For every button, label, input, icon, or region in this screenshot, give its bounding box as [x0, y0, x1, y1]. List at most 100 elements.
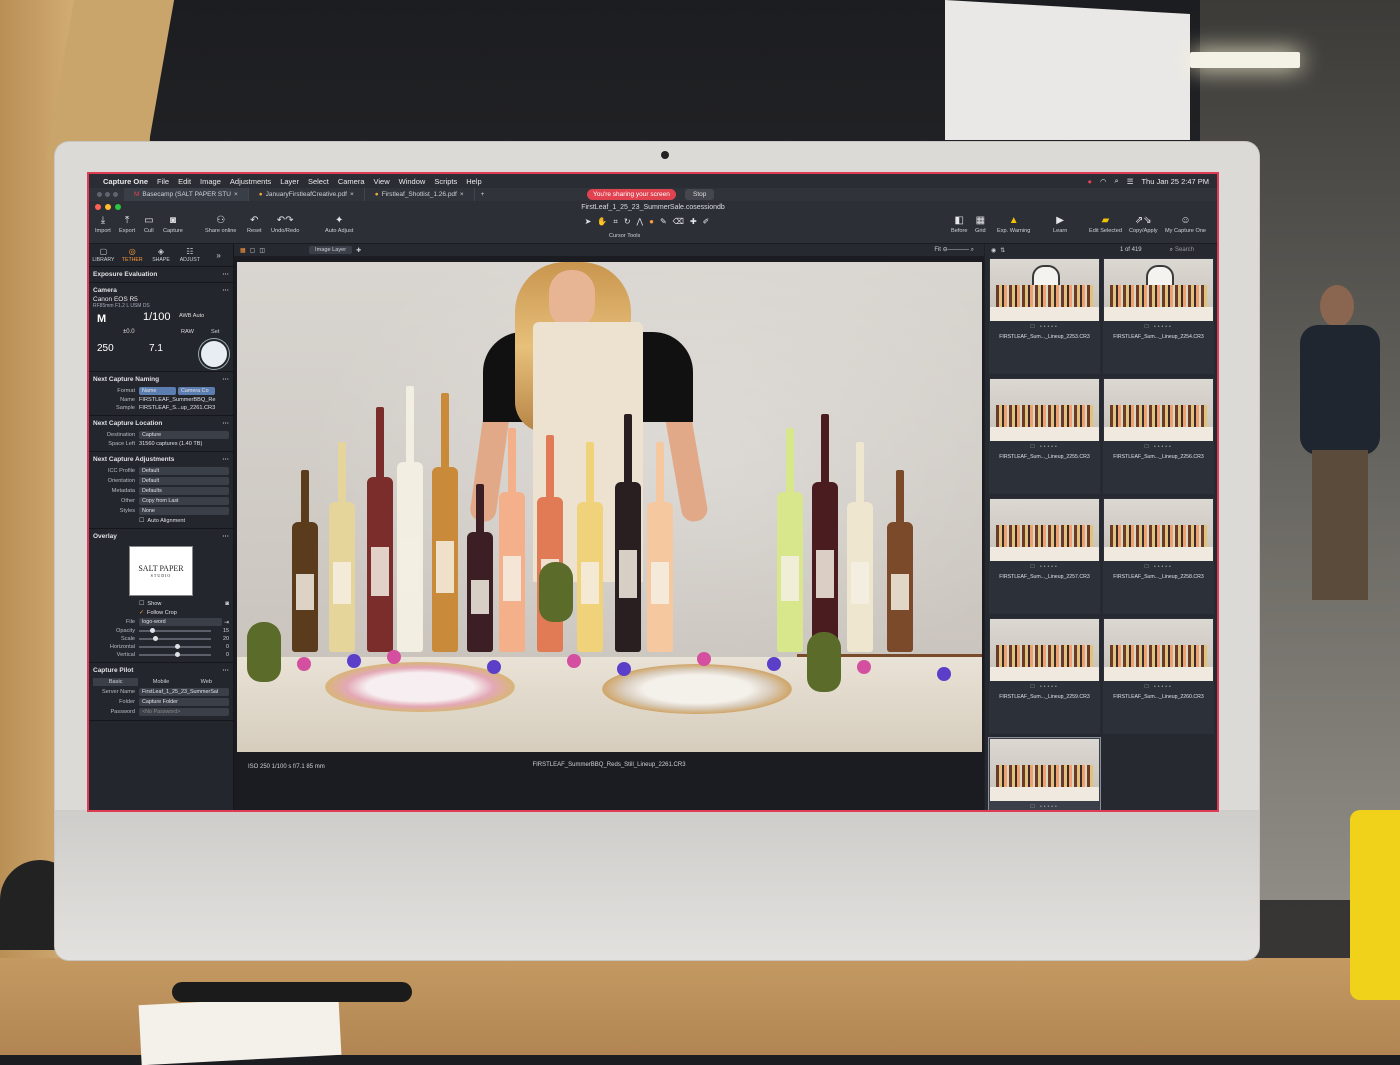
- pilot-tab-web[interactable]: Web: [184, 678, 229, 686]
- thumbnail[interactable]: ☐ ••••• FIRSTLEAF_Sum..._Lineup_2259.CR3: [989, 618, 1100, 734]
- rating-icon[interactable]: ☐ •••••: [989, 324, 1100, 330]
- more-icon[interactable]: ···: [223, 376, 230, 383]
- auto-adjust-button[interactable]: ✦ Auto Adjust: [325, 215, 353, 234]
- overlay-file-select[interactable]: logo-word: [139, 618, 222, 626]
- more-icon[interactable]: ···: [223, 667, 230, 674]
- add-layer-icon[interactable]: ✚: [356, 247, 361, 254]
- edit-selected-button[interactable]: ▰ Edit Selected: [1089, 215, 1122, 234]
- capture-button[interactable]: ◙ Capture: [163, 215, 183, 234]
- color-picker-icon[interactable]: ●: [649, 217, 654, 229]
- metadata-select[interactable]: Defaults: [139, 487, 229, 495]
- crop-icon[interactable]: ⌗: [613, 217, 618, 229]
- pilot-tab-basic[interactable]: Basic: [93, 678, 139, 686]
- tab-adjust[interactable]: ☷ ADJUST: [175, 244, 204, 266]
- zoom-slider-icon[interactable]: ⊖─────: [943, 247, 969, 253]
- tab-shape[interactable]: ◈ SHAPE: [147, 244, 176, 266]
- eye-icon[interactable]: ◉: [991, 247, 996, 254]
- zoom-icon[interactable]: ⌕: [971, 247, 974, 253]
- rating-icon[interactable]: ☐ •••••: [1103, 444, 1214, 450]
- tab-shotlist[interactable]: ● Firstleaf_Shotlist_1.26.pdf ×: [365, 188, 475, 201]
- aperture-value[interactable]: 7.1: [149, 343, 163, 354]
- learn-button[interactable]: ▶ Learn: [1053, 215, 1067, 234]
- menu-window[interactable]: Window: [399, 177, 426, 186]
- menu-image[interactable]: Image: [200, 177, 221, 186]
- heal-icon[interactable]: ✚: [690, 217, 697, 229]
- main-photo[interactable]: [237, 262, 982, 752]
- more-icon[interactable]: ···: [223, 420, 230, 427]
- thumbnail[interactable]: ☐ ••••• FIRSTLEAF_Sum..._Lineup_2257.CR3: [989, 498, 1100, 614]
- thumbnail[interactable]: ☐ ••••• FIRSTLEAF_Sum..._Lineup_2258.CR3: [1103, 498, 1214, 614]
- search-icon[interactable]: ⌕: [1170, 247, 1173, 254]
- pointer-icon[interactable]: ➤: [585, 217, 592, 229]
- rating-icon[interactable]: ☐ •••••: [1103, 324, 1214, 330]
- format-token-name[interactable]: Name: [139, 387, 176, 395]
- camera-icon[interactable]: ◙: [225, 601, 229, 607]
- sort-icon[interactable]: ⇅: [1000, 247, 1005, 254]
- destination-select[interactable]: Capture: [139, 431, 229, 439]
- undo-redo-button[interactable]: ↶↷ Undo/Redo: [271, 215, 299, 234]
- exposure-compensation[interactable]: ±0.0: [123, 329, 135, 335]
- scale-slider[interactable]: [139, 636, 211, 641]
- stop-sharing-button[interactable]: Stop: [685, 189, 715, 200]
- rotate-icon[interactable]: ↻: [624, 217, 631, 229]
- name-field[interactable]: FIRSTLEAF_SummerBBQ_Re: [139, 397, 229, 403]
- menu-camera[interactable]: Camera: [338, 177, 365, 186]
- format-token-counter[interactable]: Camera Co: [178, 387, 215, 395]
- before-button[interactable]: ◧ Before: [951, 215, 967, 234]
- rating-icon[interactable]: ☐ •••••: [1103, 564, 1214, 570]
- exposure-evaluation-section[interactable]: Exposure Evaluation ···: [89, 267, 233, 283]
- capture-shutter-button[interactable]: [199, 339, 229, 369]
- keystone-icon[interactable]: ⋀: [637, 217, 644, 229]
- icc-profile-select[interactable]: Default: [139, 467, 229, 475]
- close-icon[interactable]: ×: [350, 191, 354, 198]
- orientation-select[interactable]: Default: [139, 477, 229, 485]
- layout-icon[interactable]: ▦: [240, 247, 246, 254]
- hand-icon[interactable]: ✋: [597, 217, 607, 229]
- tab-library[interactable]: ▢ LIBRARY: [89, 244, 118, 266]
- server-name-input[interactable]: FirstLeaf_1_25_23_SummerSal: [139, 688, 229, 696]
- rating-icon[interactable]: ☐ •••••: [1103, 684, 1214, 690]
- rating-icon[interactable]: ☐ •••••: [989, 564, 1100, 570]
- more-tabs-button[interactable]: »: [204, 244, 233, 266]
- grid-button[interactable]: ▦ Grid: [975, 215, 986, 234]
- rating-icon[interactable]: ☐ •••••: [989, 684, 1100, 690]
- opacity-value[interactable]: 15: [215, 628, 229, 634]
- folder-select[interactable]: Capture Folder: [139, 698, 229, 706]
- iso-value[interactable]: 250: [97, 343, 114, 354]
- file-format[interactable]: RAW: [181, 329, 194, 335]
- zoom-fit[interactable]: Fit ⊖───── ⌕: [934, 246, 974, 254]
- tab-basecamp[interactable]: M Basecamp (SALT PAPER STU ×: [124, 188, 249, 201]
- thumbnail-selected[interactable]: ☐ •••••: [988, 737, 1101, 810]
- menu-adjustments[interactable]: Adjustments: [230, 177, 271, 186]
- new-tab-icon[interactable]: +: [481, 191, 485, 198]
- menu-file[interactable]: File: [157, 177, 169, 186]
- thumbnail[interactable]: ☐ ••••• FIRSTLEAF_Sum..._Lineup_2254.CR3: [1103, 258, 1214, 374]
- menu-help[interactable]: Help: [466, 177, 481, 186]
- close-icon[interactable]: ×: [460, 191, 464, 198]
- opacity-slider[interactable]: [139, 628, 211, 633]
- more-icon[interactable]: ···: [223, 533, 230, 540]
- shutter-speed[interactable]: 1/100: [143, 311, 171, 323]
- eyedropper-icon[interactable]: ✐: [703, 217, 710, 229]
- brush-icon[interactable]: ✎: [660, 217, 667, 229]
- search-icon[interactable]: ⌕: [1115, 176, 1119, 186]
- follow-crop-checkbox[interactable]: ✓: [139, 609, 144, 616]
- exposure-mode[interactable]: M: [97, 313, 106, 325]
- tab-tether[interactable]: ◎ TETHER: [118, 244, 147, 266]
- compare-icon[interactable]: ◫: [259, 247, 265, 254]
- more-icon[interactable]: ···: [223, 271, 230, 278]
- layer-select[interactable]: Image Layer: [309, 246, 353, 254]
- wifi-icon[interactable]: ◠: [1100, 177, 1107, 186]
- menu-view[interactable]: View: [374, 177, 390, 186]
- window-controls[interactable]: [97, 192, 118, 197]
- arrow-right-icon[interactable]: ⇥: [224, 619, 229, 626]
- horizontal-slider[interactable]: [139, 644, 211, 649]
- my-capture-one-button[interactable]: ☺ My Capture One: [1165, 215, 1206, 234]
- menu-layer[interactable]: Layer: [280, 177, 299, 186]
- export-button[interactable]: ⤒ Export: [119, 215, 135, 234]
- more-icon[interactable]: ···: [223, 456, 230, 463]
- password-input[interactable]: <No Password>: [139, 708, 229, 716]
- vertical-slider[interactable]: [139, 652, 211, 657]
- clock[interactable]: Thu Jan 25 2:47 PM: [1141, 177, 1209, 186]
- import-button[interactable]: ⤓ Import: [95, 215, 111, 234]
